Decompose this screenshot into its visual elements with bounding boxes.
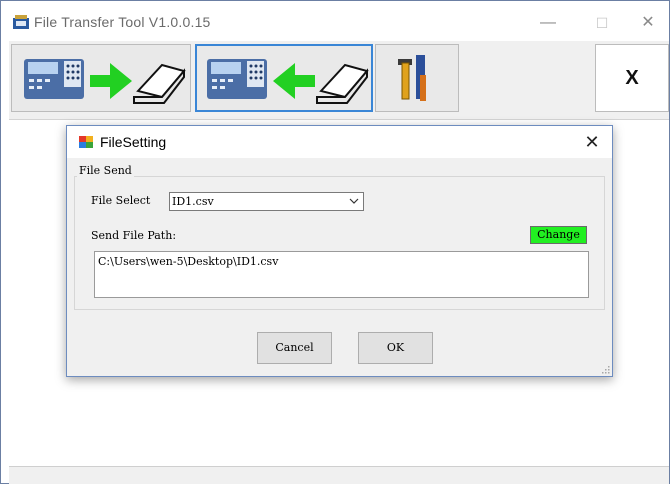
window-title: File Transfer Tool V1.0.0.15 — [34, 14, 211, 30]
dialog-title-bar: FileSetting ✕ — [67, 126, 612, 158]
send-file-path-value: C:\Users\wen-5\Desktop\ID1.csv — [98, 255, 279, 268]
ok-button[interactable]: OK — [358, 332, 433, 364]
tools-icon — [398, 55, 426, 101]
send-file-path-label: Send File Path: — [91, 229, 177, 242]
exit-button[interactable]: X — [595, 44, 669, 112]
status-bar — [9, 466, 669, 484]
change-path-button[interactable]: Change — [530, 226, 587, 244]
chevron-down-icon — [349, 198, 359, 204]
dialog-app-icon — [79, 136, 93, 148]
file-select-value: ID1.csv — [172, 195, 214, 208]
file-send-group-label: File Send — [77, 164, 134, 177]
dialog-close-button[interactable]: ✕ — [580, 130, 604, 154]
receive-file-button[interactable] — [195, 44, 373, 112]
file-setting-dialog: FileSetting ✕ File Send File Select ID1.… — [66, 125, 613, 377]
close-button[interactable]: ✕ — [633, 9, 663, 37]
title-bar: File Transfer Tool V1.0.0.15 — ☐ ✕ — [1, 1, 669, 41]
maximize-button[interactable]: ☐ — [587, 9, 617, 37]
scale-arrow-left-laptop-icon — [207, 59, 369, 104]
cancel-button[interactable]: Cancel — [257, 332, 332, 364]
exit-label: X — [625, 67, 639, 89]
app-icon — [13, 15, 29, 29]
dialog-title: FileSetting — [100, 134, 167, 150]
resize-grip-icon[interactable] — [600, 364, 610, 374]
file-select-dropdown[interactable]: ID1.csv — [169, 192, 364, 211]
toolbar: X — [9, 41, 669, 120]
send-file-path-field[interactable]: C:\Users\wen-5\Desktop\ID1.csv — [94, 251, 589, 298]
settings-button[interactable] — [375, 44, 459, 112]
send-file-button[interactable] — [11, 44, 191, 112]
minimize-button[interactable]: — — [533, 9, 563, 37]
scale-arrow-right-laptop-icon — [24, 59, 186, 104]
file-select-label: File Select — [91, 194, 151, 207]
